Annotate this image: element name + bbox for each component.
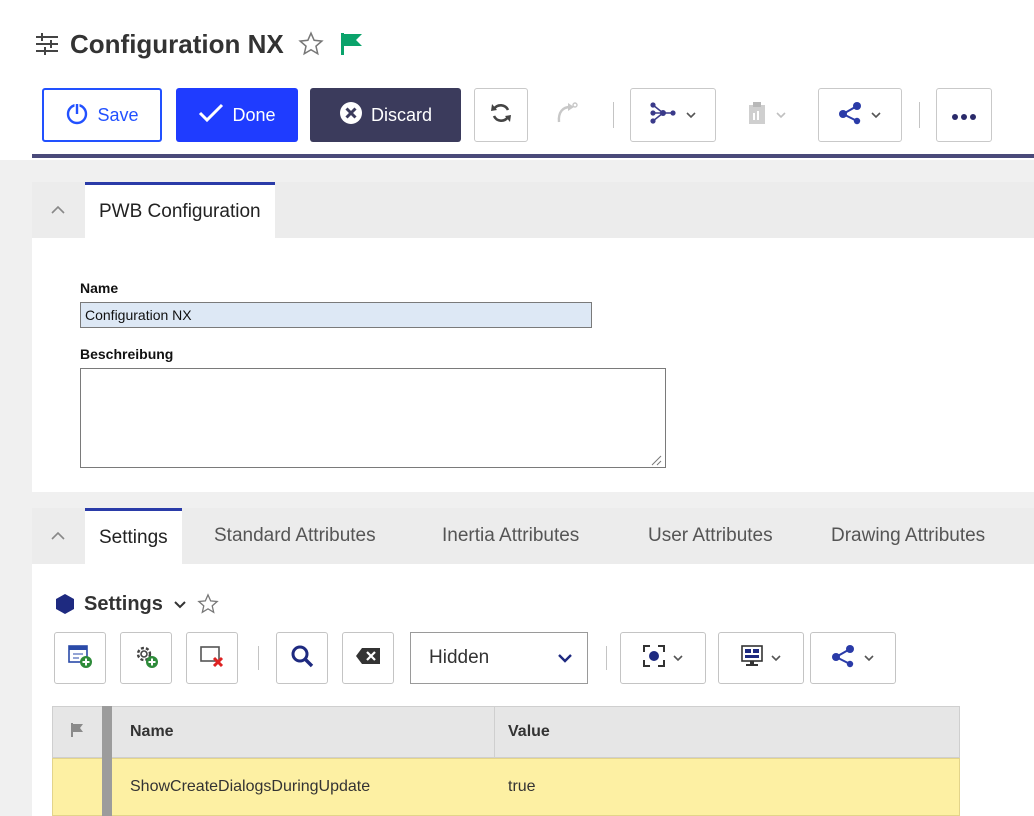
tab-label: Inertia Attributes: [442, 525, 580, 546]
close-circle-icon: [339, 101, 363, 130]
tab-settings[interactable]: Settings: [85, 508, 182, 564]
tab-label: PWB Configuration: [99, 200, 261, 222]
search-icon: [290, 644, 314, 673]
configuration-panel: PWB Configuration Name Beschreibung: [32, 182, 1034, 492]
tab-label: User Attributes: [648, 525, 773, 546]
column-header-name[interactable]: Name: [130, 706, 174, 758]
panel-tab-bar: PWB Configuration: [32, 182, 1034, 238]
name-field[interactable]: [80, 302, 592, 328]
toolbar-divider: [606, 646, 607, 670]
page-title: Configuration NX: [70, 28, 284, 59]
visibility-filter-select[interactable]: Hidden: [410, 632, 588, 684]
tab-user-attributes[interactable]: User Attributes: [648, 508, 773, 564]
capture-dropdown-button[interactable]: [620, 632, 706, 684]
column-divider[interactable]: [494, 706, 495, 758]
chevron-down-icon: [770, 653, 782, 663]
tab-label: Drawing Attributes: [831, 525, 986, 546]
search-button[interactable]: [276, 632, 328, 684]
row-selector-bar[interactable]: [102, 706, 112, 816]
display-dropdown-button[interactable]: [718, 632, 804, 684]
share-dropdown-button[interactable]: [818, 88, 902, 142]
discard-label: Discard: [370, 104, 432, 125]
redo-button[interactable]: [539, 88, 593, 142]
section-title: Settings: [84, 592, 163, 615]
add-row-button[interactable]: [54, 632, 106, 684]
resize-grip-icon[interactable]: [648, 452, 662, 466]
clear-filter-button[interactable]: [342, 632, 394, 684]
redo-icon: [553, 100, 579, 131]
chevron-down-icon: [685, 110, 697, 120]
checkmark-icon: [198, 102, 224, 129]
done-button[interactable]: Done: [176, 88, 298, 142]
description-field-label: Beschreibung: [80, 346, 174, 362]
refresh-button[interactable]: [474, 88, 528, 142]
description-field[interactable]: [80, 368, 666, 468]
tab-drawing-attributes[interactable]: Drawing Attributes: [831, 508, 985, 564]
tab-pwb-configuration[interactable]: PWB Configuration: [85, 182, 275, 238]
collapse-chevron-up-icon[interactable]: [48, 526, 68, 546]
toolbar-divider: [258, 646, 259, 670]
title-row: Configuration NX: [34, 24, 366, 64]
hexagon-icon: [54, 593, 76, 615]
structure-dropdown-button[interactable]: [630, 88, 716, 142]
select-value: Hidden: [429, 647, 490, 668]
column-header-value[interactable]: Value: [508, 706, 550, 758]
flag-icon: [69, 722, 85, 743]
toolbar-divider: [919, 102, 920, 128]
save-button[interactable]: Save: [42, 88, 162, 142]
gear-add-icon: [133, 643, 159, 674]
ellipsis-icon: [951, 105, 977, 126]
panel-tab-bar: Settings Standard Attributes Inertia Att…: [32, 508, 1034, 564]
favorite-star-icon[interactable]: [197, 593, 219, 615]
done-label: Done: [232, 104, 276, 125]
chevron-down-icon: [863, 653, 875, 663]
power-icon: [65, 101, 89, 130]
tab-standard-attributes[interactable]: Standard Attributes: [214, 508, 376, 564]
structure-icon: [649, 101, 679, 130]
name-field-label: Name: [80, 280, 119, 296]
table-delete-icon: [199, 643, 225, 674]
flag-icon[interactable]: [338, 30, 366, 58]
collapse-chevron-up-icon[interactable]: [48, 200, 68, 220]
settings-grid: Name Value ShowCreateDialogsDuringUpdate…: [52, 706, 960, 816]
share-icon: [831, 644, 857, 673]
grid-flag-column[interactable]: [52, 706, 102, 758]
chevron-down-icon: [775, 110, 787, 120]
chevron-down-icon: [870, 110, 882, 120]
discard-button[interactable]: Discard: [310, 88, 461, 142]
toolbar-divider: [613, 102, 614, 128]
refresh-icon: [489, 101, 513, 130]
add-setting-button[interactable]: [120, 632, 172, 684]
cell-name[interactable]: ShowCreateDialogsDuringUpdate: [130, 758, 370, 816]
clipboard-icon: [745, 100, 769, 131]
attributes-panel: Settings Standard Attributes Inertia Att…: [32, 508, 1034, 816]
monitor-icon: [740, 644, 764, 673]
sliders-icon: [34, 31, 60, 57]
favorite-star-icon[interactable]: [298, 31, 324, 57]
share-dropdown-button[interactable]: [810, 632, 896, 684]
grid-header-row: [52, 706, 960, 758]
toolbar-underline: [32, 154, 1034, 158]
table-add-icon: [67, 643, 93, 674]
backspace-icon: [355, 647, 381, 670]
tab-label: Standard Attributes: [214, 525, 376, 546]
share-icon: [838, 101, 864, 130]
tab-label: Settings: [99, 526, 168, 548]
chevron-down-icon[interactable]: [171, 595, 189, 613]
chevron-down-icon: [672, 653, 684, 663]
focus-target-icon: [642, 644, 666, 673]
page-header: Configuration NX Save Done Discard: [0, 0, 1034, 160]
tab-inertia-attributes[interactable]: Inertia Attributes: [442, 508, 579, 564]
chevron-down-icon: [557, 652, 573, 664]
delete-row-button[interactable]: [186, 632, 238, 684]
section-header: Settings: [54, 586, 219, 622]
more-actions-button[interactable]: [936, 88, 992, 142]
main-toolbar: Save Done Discard: [32, 82, 1034, 158]
cell-value[interactable]: true: [508, 758, 536, 816]
save-label: Save: [97, 104, 139, 125]
clipboard-dropdown-button[interactable]: [728, 88, 804, 142]
